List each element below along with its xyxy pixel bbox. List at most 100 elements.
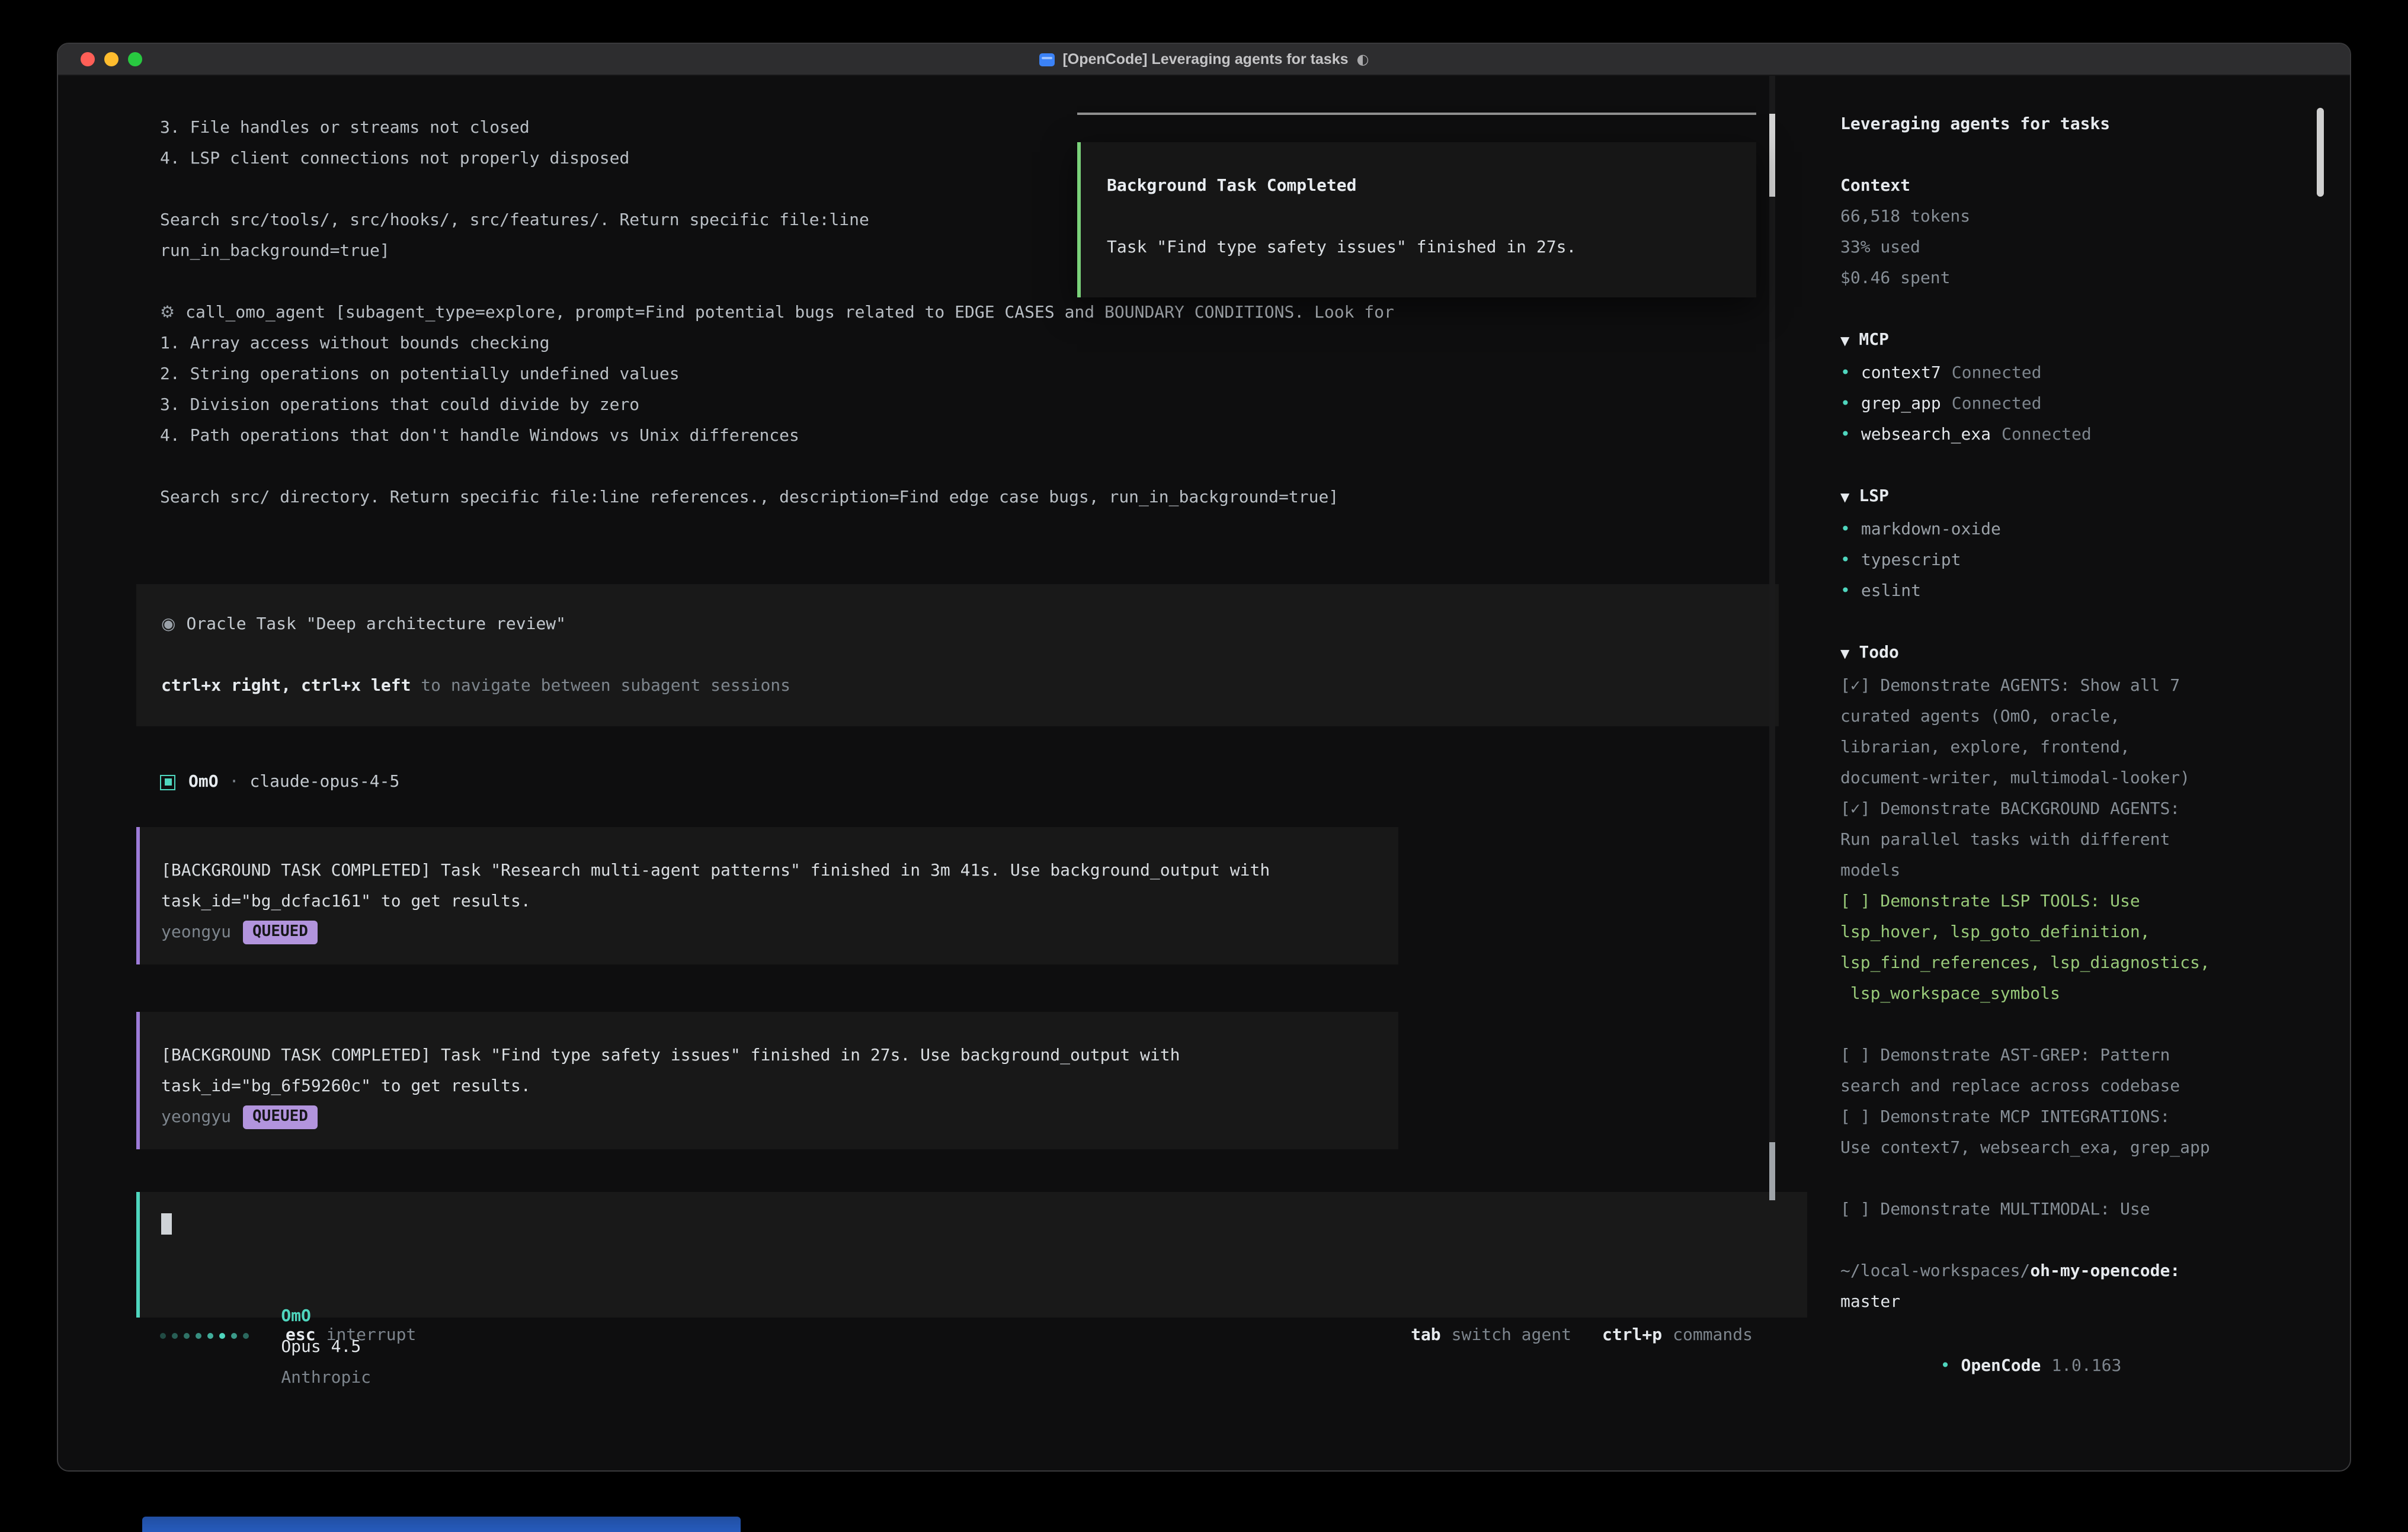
- ctrlp-action-label: commands: [1673, 1326, 1753, 1345]
- message-line: task_id="bg_dcfac161" to get results.: [161, 886, 1398, 917]
- status-bar-right: tab switch agent ctrl+p commands: [1411, 1326, 1753, 1345]
- agent-name: OmO: [188, 773, 219, 791]
- text-cursor: [161, 1213, 172, 1235]
- todo-item: [ ] Demonstrate MCP INTEGRATIONS: Use co…: [1840, 1102, 2350, 1164]
- bullet-icon: •: [1840, 364, 1850, 383]
- zoom-button[interactable]: [128, 52, 142, 66]
- mcp-status: Connected: [1952, 395, 2042, 414]
- desktop: [OpenCode] Leveraging agents for tasks ◐…: [0, 0, 2408, 1532]
- tab-action-label: switch agent: [1452, 1326, 1571, 1345]
- notification-top-edge: [1077, 113, 1756, 115]
- scrollbar-thumb[interactable]: [1769, 114, 1775, 197]
- lsp-heading: LSP: [1859, 487, 1889, 506]
- blank-line: [161, 1239, 1807, 1270]
- collapse-triangle-icon: ▼: [1840, 492, 1849, 505]
- terminal-line: Search src/ directory. Return specific f…: [58, 482, 1812, 513]
- toast-notification: Background Task Completed Task "Find typ…: [1077, 142, 1756, 297]
- spinner-icon: [160, 1332, 255, 1338]
- mcp-section-header[interactable]: ▼ MCP: [1840, 325, 2350, 358]
- workspace-branch: master: [1840, 1287, 2350, 1318]
- message-line: [BACKGROUND TASK COMPLETED] Task "Find t…: [161, 1040, 1398, 1071]
- app-name: OpenCode: [1961, 1357, 2041, 1376]
- blank-line: [58, 451, 1812, 482]
- mcp-heading: MCP: [1859, 331, 1889, 350]
- notification-title: Background Task Completed: [1107, 171, 1756, 201]
- ctrlp-key-label: ctrl+p: [1602, 1326, 1662, 1345]
- prompt-input[interactable]: OmO Opus 4.5 Anthropic: [136, 1192, 1807, 1318]
- todo-heading: Todo: [1859, 643, 1898, 662]
- blank-line: [1840, 1225, 2350, 1256]
- terminal-line: 1. Array access without bounds checking: [58, 328, 1812, 359]
- session-title: Leveraging agents for tasks: [1840, 109, 2350, 140]
- shortcut-keys: ctrl+x right, ctrl+x left: [161, 677, 411, 696]
- shortcut-description: to navigate between subagent sessions: [411, 677, 790, 696]
- active-agent-label: OmO: [281, 1307, 311, 1326]
- agent-model: claude-opus-4-5: [249, 773, 399, 791]
- terminal-line: 2. String operations on potentially unde…: [58, 359, 1812, 390]
- window-title-text: [OpenCode] Leveraging agents for tasks: [1062, 51, 1348, 68]
- workspace-path-prefix: ~/local-workspaces/: [1840, 1262, 2030, 1281]
- todo-item: [ ] Demonstrate AST-GREP: Pattern search…: [1840, 1040, 2350, 1102]
- tool-call-text: call_omo_agent [subagent_type=explore, p…: [185, 303, 1394, 322]
- tab-key-label: tab: [1411, 1326, 1441, 1345]
- half-circle-status-icon: ◐: [1357, 51, 1369, 68]
- mcp-name: context7: [1861, 364, 1941, 383]
- background-window-edge: [142, 1517, 741, 1532]
- collapse-triangle-icon: ▼: [1840, 648, 1849, 661]
- lsp-name: markdown-oxide: [1861, 520, 2001, 539]
- document-icon: [1039, 53, 1054, 66]
- status-badge: QUEUED: [243, 921, 318, 944]
- bullet-icon: •: [1840, 551, 1850, 570]
- todo-item: [✓] Demonstrate BACKGROUND AGENTS: Run p…: [1840, 794, 2350, 886]
- mcp-status: Connected: [2002, 425, 2092, 444]
- background-task-message: [BACKGROUND TASK COMPLETED] Task "Resear…: [136, 827, 1398, 964]
- mcp-status: Connected: [1952, 364, 2042, 383]
- message-meta: yeongyu QUEUED: [161, 917, 1398, 948]
- scrollbar-thumb[interactable]: [1769, 1142, 1775, 1200]
- close-button[interactable]: [81, 52, 95, 66]
- blank-line: [1107, 201, 1756, 232]
- lsp-name: eslint: [1861, 582, 1921, 601]
- minimize-button[interactable]: [104, 52, 119, 66]
- gear-icon: ⚙: [160, 303, 175, 322]
- sidebar: Leveraging agents for tasks Context 66,5…: [1812, 76, 2350, 1472]
- context-heading: Context: [1840, 171, 2350, 201]
- lsp-item: • markdown-oxide: [1840, 514, 2350, 545]
- mcp-item: • context7 Connected: [1840, 358, 2350, 389]
- terminal-window: [OpenCode] Leveraging agents for tasks ◐…: [57, 43, 2351, 1472]
- esc-key-label: esc: [286, 1326, 316, 1345]
- mcp-item: • grep_app Connected: [1840, 389, 2350, 419]
- main-scrollbar[interactable]: [1769, 76, 1775, 1201]
- terminal-line: 4. Path operations that don't handle Win…: [58, 421, 1812, 451]
- todo-section-header[interactable]: ▼ Todo: [1840, 637, 2350, 671]
- separator-dot: ·: [229, 773, 239, 791]
- bullet-icon: •: [1941, 1357, 1951, 1376]
- blank-line: [1840, 294, 2350, 325]
- agent-session-header: OmO · claude-opus-4-5: [160, 767, 1812, 797]
- tool-call-line: ⚙ call_omo_agent [subagent_type=explore, …: [58, 297, 1812, 328]
- terminal-main: 3. File handles or streams not closed 4.…: [58, 76, 1812, 1472]
- lsp-item: •typescript: [1840, 545, 2350, 576]
- lsp-section-header[interactable]: ▼ LSP: [1840, 481, 2350, 514]
- mcp-item: •websearch_exaConnected: [1840, 419, 2350, 450]
- bullet-icon: •: [1840, 395, 1850, 414]
- bullet-icon: •: [1840, 520, 1850, 539]
- blank-line: [1840, 140, 2350, 171]
- todo-item: [ ] Demonstrate MULTIMODAL: Use: [1840, 1194, 2350, 1225]
- status-bar-left: esc interrupt: [160, 1326, 416, 1345]
- lsp-item: •eslint: [1840, 576, 2350, 607]
- collapse-triangle-icon: ▼: [1840, 335, 1849, 348]
- mcp-name: grep_app: [1861, 395, 1941, 414]
- blank-line: [161, 640, 1779, 671]
- blank-line: [1840, 607, 2350, 637]
- titlebar: [OpenCode] Leveraging agents for tasks ◐: [58, 44, 2350, 76]
- notification-body: Task "Find type safety issues" finished …: [1107, 232, 1756, 263]
- sidebar-scrollbar-thumb[interactable]: [2317, 108, 2324, 197]
- status-badge: QUEUED: [243, 1105, 318, 1129]
- window-title: [OpenCode] Leveraging agents for tasks ◐: [1039, 51, 1369, 68]
- mcp-name: websearch_exa: [1861, 425, 1991, 444]
- background-task-message: [BACKGROUND TASK COMPLETED] Task "Find t…: [136, 1012, 1398, 1149]
- context-spent: $0.46 spent: [1840, 263, 2350, 294]
- app-version: •OpenCode1.0.163: [1840, 1320, 2121, 1351]
- oracle-task-line: ◉Oracle Task "Deep architecture review": [161, 609, 1779, 640]
